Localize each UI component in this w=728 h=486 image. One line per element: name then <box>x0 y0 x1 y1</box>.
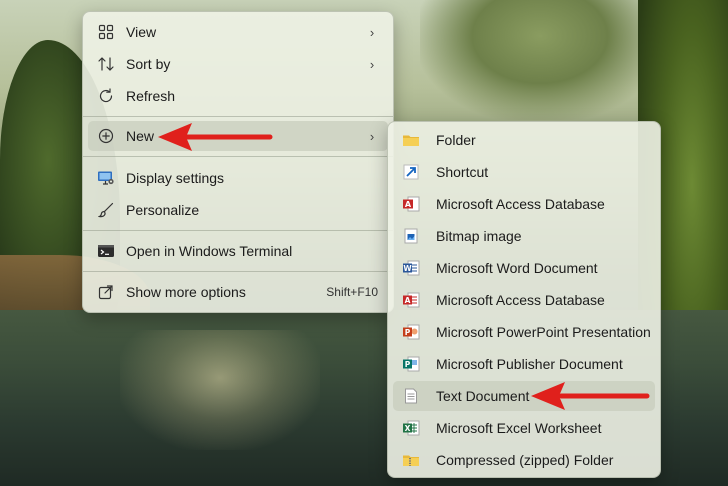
display-settings-icon <box>96 168 116 188</box>
chevron-right-icon: › <box>369 56 375 72</box>
show-more-icon <box>96 282 116 302</box>
submenu-item-shortcut[interactable]: Shortcut <box>393 157 655 187</box>
submenu-item-label: Microsoft Access Database <box>436 292 605 308</box>
powerpoint-icon: P <box>401 322 421 342</box>
new-submenu: Folder Shortcut A Microsoft Access Datab… <box>387 121 661 478</box>
keyboard-shortcut: Shift+F10 <box>326 285 378 299</box>
submenu-item-label: Compressed (zipped) Folder <box>436 452 614 468</box>
menu-item-label: Sort by <box>126 56 171 72</box>
submenu-item-label: Microsoft Word Document <box>436 260 598 276</box>
word-icon: W <box>401 258 421 278</box>
submenu-item-label: Bitmap image <box>436 228 522 244</box>
submenu-item-bitmap-image[interactable]: Bitmap image <box>393 221 655 251</box>
menu-item-open-terminal[interactable]: Open in Windows Terminal <box>88 236 388 266</box>
access-icon: A <box>401 194 421 214</box>
svg-text:W: W <box>403 264 412 273</box>
text-document-icon <box>401 386 421 406</box>
submenu-item-folder[interactable]: Folder <box>393 125 655 155</box>
annotation-arrow-new <box>158 123 273 151</box>
submenu-item-label: Microsoft Excel Worksheet <box>436 420 602 436</box>
submenu-item-compressed-folder[interactable]: Compressed (zipped) Folder <box>393 445 655 475</box>
wallpaper-reflection <box>120 330 320 450</box>
submenu-item-label: Shortcut <box>436 164 489 180</box>
submenu-item-label: Microsoft Publisher Document <box>436 356 623 372</box>
zip-folder-icon <box>401 450 421 470</box>
brush-icon <box>96 200 116 220</box>
menu-item-label: Personalize <box>126 202 200 218</box>
menu-item-label: Open in Windows Terminal <box>126 243 293 259</box>
plus-circle-icon <box>96 126 116 146</box>
refresh-icon <box>96 86 116 106</box>
menu-item-label: Display settings <box>126 170 225 186</box>
sort-icon <box>96 54 116 74</box>
menu-item-show-more-options[interactable]: Show more options Shift+F10 <box>88 277 388 307</box>
excel-icon: X <box>401 418 421 438</box>
submenu-item-powerpoint-presentation[interactable]: P Microsoft PowerPoint Presentation <box>393 317 655 347</box>
grid-icon <box>96 22 116 42</box>
submenu-item-word-document[interactable]: W Microsoft Word Document <box>393 253 655 283</box>
chevron-right-icon: › <box>369 128 375 144</box>
menu-item-label: Refresh <box>126 88 176 104</box>
bitmap-icon <box>401 226 421 246</box>
chevron-right-icon: › <box>369 24 375 40</box>
menu-item-label: Show more options <box>126 284 246 300</box>
submenu-item-label: Folder <box>436 132 476 148</box>
menu-item-label: View <box>126 24 157 40</box>
submenu-item-access-database[interactable]: A Microsoft Access Database <box>393 189 655 219</box>
desktop-context-menu: View › Sort by › Refresh New › Display s… <box>82 11 394 313</box>
menu-separator <box>83 116 393 117</box>
menu-item-sort-by[interactable]: Sort by › <box>88 49 388 79</box>
menu-separator <box>83 271 393 272</box>
menu-item-view[interactable]: View › <box>88 17 388 47</box>
svg-text:P: P <box>405 360 411 369</box>
svg-text:A: A <box>405 296 411 305</box>
access-doc-icon: A <box>401 290 421 310</box>
menu-item-personalize[interactable]: Personalize <box>88 195 388 225</box>
menu-separator <box>83 230 393 231</box>
folder-icon <box>401 130 421 150</box>
svg-text:A: A <box>405 200 412 209</box>
terminal-icon <box>96 241 116 261</box>
annotation-arrow-text-document <box>531 382 650 410</box>
submenu-item-publisher-document[interactable]: P Microsoft Publisher Document <box>393 349 655 379</box>
publisher-icon: P <box>401 354 421 374</box>
svg-text:P: P <box>405 328 411 337</box>
wallpaper-tree-top <box>420 0 660 120</box>
submenu-item-excel-worksheet[interactable]: X Microsoft Excel Worksheet <box>393 413 655 443</box>
menu-item-refresh[interactable]: Refresh <box>88 81 388 111</box>
menu-item-display-settings[interactable]: Display settings <box>88 163 388 193</box>
shortcut-icon <box>401 162 421 182</box>
submenu-item-label: Microsoft Access Database <box>436 196 605 212</box>
submenu-item-label: Microsoft PowerPoint Presentation <box>436 324 651 340</box>
menu-separator <box>83 156 393 157</box>
svg-text:X: X <box>405 424 411 433</box>
submenu-item-access-database-2[interactable]: A Microsoft Access Database <box>393 285 655 315</box>
